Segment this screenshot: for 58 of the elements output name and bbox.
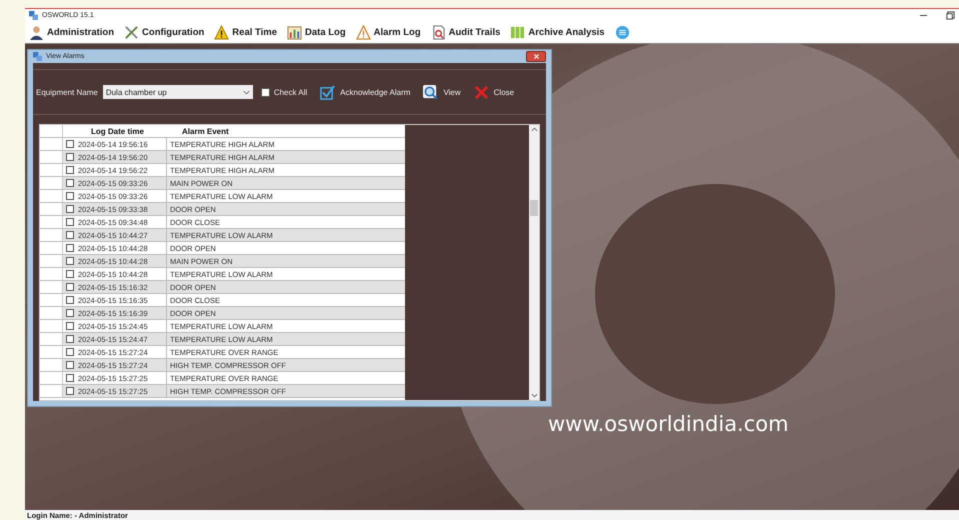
search-icon (423, 84, 438, 100)
equipment-label: Equipment Name (36, 88, 98, 96)
row-checkbox[interactable] (66, 387, 74, 395)
website-text: www.osworldindia.com (548, 412, 789, 436)
toolbar-button[interactable]: Alarm Log (356, 24, 421, 40)
row-checkbox[interactable] (66, 244, 74, 252)
dialog-button[interactable]: View (423, 84, 461, 100)
toolbar-button[interactable]: Configuration (124, 24, 204, 40)
toolbar-button[interactable]: Archive Analysis (510, 24, 605, 40)
row-checkbox[interactable] (66, 296, 74, 304)
scroll-up-icon (530, 127, 538, 132)
dialog-button[interactable]: Acknowledge Alarm (320, 84, 410, 100)
close-icon (474, 84, 489, 100)
close-button[interactable] (526, 51, 546, 62)
toolbar-button[interactable]: Audit Trails (430, 24, 500, 40)
bars-icon (510, 24, 526, 40)
chart-icon (287, 24, 302, 40)
row-checkbox[interactable] (66, 192, 74, 200)
row-checkbox[interactable] (66, 374, 74, 382)
row-checkbox[interactable] (66, 361, 74, 369)
column-header[interactable]: Alarm Event (179, 125, 405, 137)
scroll-down-icon (530, 393, 538, 398)
app-icon (29, 10, 38, 20)
row-checkbox[interactable] (66, 140, 74, 148)
row-checkbox[interactable] (66, 348, 74, 356)
column-header[interactable]: Log Date time (76, 125, 179, 137)
chevron-down-icon (242, 90, 250, 94)
document-search-icon (430, 24, 446, 40)
menu-icon (614, 24, 630, 40)
person-icon (29, 24, 44, 40)
row-checkbox[interactable] (66, 231, 74, 239)
scrollbar-thumb[interactable] (530, 200, 538, 216)
row-checkbox[interactable] (66, 270, 74, 278)
row-checkbox[interactable] (66, 335, 74, 343)
row-checkbox[interactable] (66, 257, 74, 265)
row-checkbox[interactable] (66, 309, 74, 317)
dialog-button[interactable]: Close (474, 84, 514, 100)
row-checkbox[interactable] (66, 166, 74, 174)
check-all-checkbox[interactable]: Check All (260, 88, 308, 96)
equipment-dropdown[interactable]: Dula chamber up (102, 85, 253, 99)
warning-icon (356, 24, 371, 40)
row-checkbox[interactable] (66, 322, 74, 330)
close-icon (532, 53, 540, 60)
scrollbar[interactable] (529, 125, 539, 400)
row-checkbox[interactable] (66, 283, 74, 291)
toolbar-button[interactable]: Administration (29, 24, 114, 40)
toolbar-button[interactable]: Data Log (287, 24, 346, 40)
row-checkbox[interactable] (66, 205, 74, 213)
tools-icon (124, 24, 140, 40)
row-checkbox[interactable] (66, 179, 74, 187)
row-checkbox[interactable] (66, 218, 74, 226)
toolbar-button[interactable]: Real Time (214, 24, 278, 40)
warning-icon (214, 24, 230, 40)
toolbar-button[interactable] (614, 24, 630, 40)
maximize-icon[interactable] (946, 10, 955, 20)
checkmark-icon (320, 84, 336, 100)
app-icon (33, 52, 42, 61)
row-checkbox[interactable] (66, 153, 74, 161)
